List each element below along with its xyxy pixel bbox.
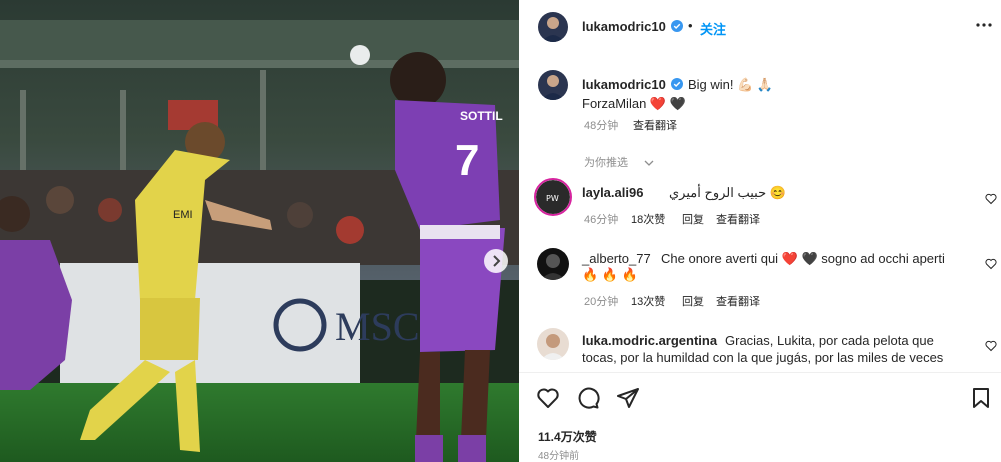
comment-likes[interactable]: 13次赞 <box>631 293 665 309</box>
comment-username[interactable]: _alberto_77 <box>582 251 651 266</box>
bookmark-icon[interactable] <box>969 386 993 410</box>
sponsor-text: EMI <box>173 209 193 221</box>
comment-likes[interactable]: 18次赞 <box>631 211 665 227</box>
caption-time: 48分钟 <box>584 120 619 132</box>
caption-line-1: Big win! 💪🏻 🙏🏻 <box>688 77 774 92</box>
comment-time: 20分钟 <box>584 296 619 308</box>
comment-heart-icon[interactable] <box>985 339 997 352</box>
comment-text-line-2: tocas, por la humildad con la que jugás,… <box>582 350 944 365</box>
likes-count[interactable]: 11.4万次赞 <box>538 428 597 445</box>
board-text: MSC <box>335 304 420 349</box>
comment-translate-link[interactable]: 查看翻译 <box>716 293 760 309</box>
comment-heart-icon[interactable] <box>985 257 997 270</box>
jersey-number: 7 <box>455 136 479 185</box>
post-timestamp: 48分钟前 <box>538 451 580 462</box>
caption-verified-icon <box>671 77 683 95</box>
comment-reply[interactable]: 回复 <box>682 293 704 309</box>
match-photo-illustration: MSC EMI 7 SOTTIL <box>0 0 519 462</box>
comment-username[interactable]: luka.modric.argentina <box>582 333 717 348</box>
caption-username[interactable]: lukamodric10 <box>582 77 666 92</box>
comment-reply[interactable]: 回复 <box>682 211 704 227</box>
post-photo: MSC EMI 7 SOTTIL <box>0 0 519 462</box>
header-username[interactable]: lukamodric10 <box>582 19 666 34</box>
post-side-panel: lukamodric10 • 关注 lukamodric10 Big win! … <box>519 0 1001 462</box>
heart-icon[interactable] <box>536 386 560 410</box>
follow-button[interactable]: 关注 <box>700 19 726 38</box>
comment-text: Gracias, Lukita, por cada pelota que <box>725 333 934 348</box>
comment-avatar[interactable] <box>537 328 569 360</box>
caption-line-2: ForzaMilan ❤️ 🖤 <box>582 96 686 111</box>
comment-text: Che onore averti qui ❤️ 🖤 sogno ad occhi… <box>661 251 945 266</box>
share-icon[interactable] <box>616 386 640 410</box>
caption-translate-link[interactable]: 查看翻译 <box>633 117 677 133</box>
comment-icon[interactable] <box>576 386 600 410</box>
comment-avatar[interactable] <box>537 248 569 280</box>
divider <box>519 372 1001 373</box>
post-header: lukamodric10 • 关注 <box>519 0 1001 52</box>
verified-icon <box>671 19 683 37</box>
recommended-label[interactable]: 为你推选 <box>584 154 628 170</box>
avatar[interactable] <box>538 12 568 42</box>
comment-time: 46分钟 <box>584 214 619 226</box>
comment-avatar[interactable]: PW <box>534 178 572 216</box>
comment-translate-link[interactable]: 查看翻译 <box>716 211 760 227</box>
separator-dot: • <box>688 18 693 33</box>
caption-avatar[interactable] <box>538 70 568 100</box>
comment-text-line-2: 🔥 🔥 🔥 <box>582 267 638 282</box>
comment-text: حبيب الروح أميري 😊 <box>669 185 786 200</box>
comment-heart-icon[interactable] <box>985 192 997 205</box>
comment-username[interactable]: layla.ali96 <box>582 185 643 200</box>
jersey-name: SOTTIL <box>460 109 503 123</box>
svg-text:PW: PW <box>546 194 559 203</box>
chevron-down-icon[interactable] <box>643 155 655 173</box>
next-arrow-icon[interactable] <box>484 249 508 273</box>
more-icon[interactable] <box>975 18 993 36</box>
